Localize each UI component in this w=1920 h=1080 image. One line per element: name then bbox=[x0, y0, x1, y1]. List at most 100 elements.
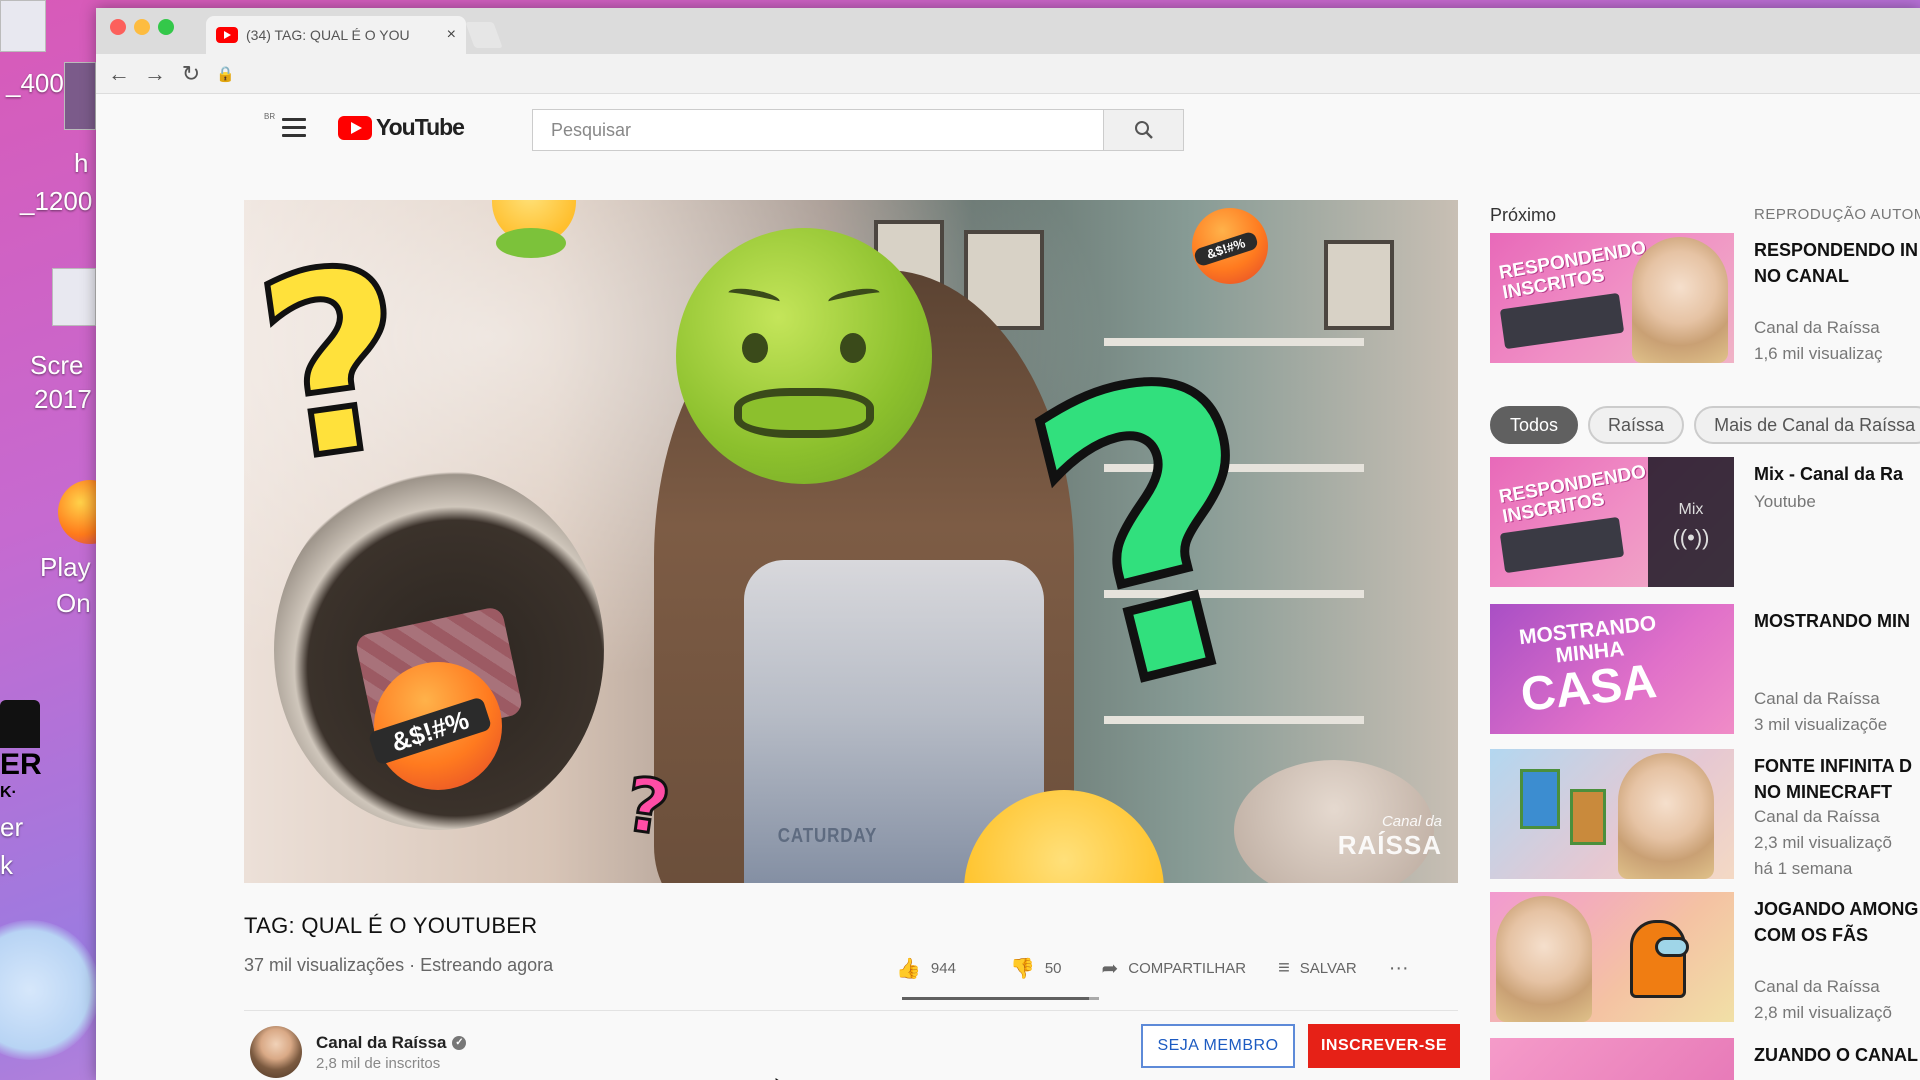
chip-todos[interactable]: Todos bbox=[1490, 406, 1579, 444]
rec-title: JOGANDO AMONG COM OS FÃS bbox=[1754, 899, 1919, 945]
desktop-file-thumbnail[interactable] bbox=[52, 268, 96, 326]
watermark-big: RAÍSSA bbox=[1337, 830, 1442, 860]
back-arrow-icon[interactable]: ← bbox=[108, 62, 130, 85]
minecraft-character bbox=[1570, 789, 1606, 845]
search-bar bbox=[532, 109, 1184, 151]
up-next-heading: Próximo bbox=[1490, 205, 1557, 225]
youtube-header: BR YouTube bbox=[96, 94, 1920, 166]
tab-close-icon[interactable]: × bbox=[447, 26, 456, 44]
subscribe-button[interactable]: INSCREVER-SE bbox=[1308, 1024, 1460, 1068]
chip-mais-do-canal[interactable]: Mais de Canal da Raíssa bbox=[1694, 406, 1920, 444]
mix-broadcast-icon: ((•)) bbox=[1672, 525, 1710, 550]
list-item[interactable]: RESPONDENDO INSCRITOS Mix ((•)) Mix - Ca… bbox=[1490, 457, 1920, 587]
rec-title: MOSTRANDO MIN bbox=[1754, 611, 1910, 631]
rec-title: ZUANDO O CANAL bbox=[1754, 1045, 1918, 1065]
desktop-label: ER bbox=[0, 748, 42, 781]
video-player[interactable]: CATURDAY &$!#% &$!#% ? ? ? Canal da RAÍS… bbox=[244, 200, 1458, 883]
thumbs-up-icon: 👍 bbox=[896, 958, 921, 980]
youtube-favicon-icon bbox=[216, 27, 238, 43]
close-window-button[interactable] bbox=[110, 19, 126, 35]
list-item[interactable]: FONTE INFINITA D NO MINECRAFT Canal da R… bbox=[1490, 749, 1920, 879]
reload-icon[interactable]: ↻ bbox=[180, 62, 202, 85]
channel-info: Canal da Raíssa ✓ 2,8 mil de inscritos bbox=[250, 1026, 467, 1078]
rec-channel: Canal da Raíssa bbox=[1754, 689, 1880, 708]
thumbnail-text: MOSTRANDO MINHA CASA bbox=[1518, 612, 1659, 722]
save-label: SALVAR bbox=[1299, 960, 1357, 977]
share-button[interactable]: ➦ COMPARTILHAR bbox=[1102, 956, 1247, 981]
video-thumbnail[interactable]: RESPONDENDO INSCRITOS Mix ((•)) bbox=[1490, 457, 1734, 587]
desktop-file-thumbnail[interactable] bbox=[0, 0, 46, 52]
channel-name[interactable]: Canal da Raíssa ✓ bbox=[316, 1033, 467, 1053]
dislike-button[interactable]: 👎 50 bbox=[1010, 956, 1062, 981]
lock-icon: 🔒 bbox=[216, 65, 235, 83]
video-actions: 👍 944 👎 50 ➦ COMPARTILHAR ≡ SALVAR ··· bbox=[896, 956, 1441, 981]
list-item[interactable]: JOGANDO AMONG COM OS FÃS Canal da Raíssa… bbox=[1490, 892, 1920, 1022]
browser-titlebar: (34) TAG: QUAL É O YOU × bbox=[96, 8, 1920, 54]
among-us-crewmate-icon bbox=[1630, 920, 1689, 998]
video-thumbnail[interactable]: RESPONDENDO INSCRITOS bbox=[1490, 233, 1734, 363]
search-icon bbox=[1134, 121, 1153, 139]
save-button[interactable]: ≡ SALVAR bbox=[1278, 957, 1357, 980]
desktop-background: _400x h _1200 Scre 2017 Play On ER K· er… bbox=[0, 0, 122, 1080]
rec-channel: Canal da Raíssa bbox=[1754, 318, 1880, 337]
video-meta: 37 mil visualizações · Estreando agora bbox=[244, 955, 554, 975]
divider bbox=[244, 1010, 1458, 1011]
question-mark-sticker-icon: ? bbox=[244, 207, 430, 521]
video-thumbnail[interactable] bbox=[1490, 892, 1734, 1022]
youtube-play-icon bbox=[338, 115, 372, 140]
region-badge: BR bbox=[264, 112, 276, 121]
youtube-logo-text: YouTube bbox=[376, 114, 465, 140]
thumbs-down-icon: 👎 bbox=[1009, 958, 1035, 980]
browser-tab[interactable]: (34) TAG: QUAL É O YOU × bbox=[206, 16, 466, 54]
wall-frame bbox=[1324, 240, 1394, 330]
join-member-button[interactable]: SEJA MEMBRO bbox=[1141, 1024, 1295, 1068]
rec-views: 3 mil visualizaçõe bbox=[1754, 715, 1888, 734]
new-tab-button[interactable] bbox=[465, 22, 503, 48]
thumbnail-text: RESPONDENDO INSCRITOS bbox=[1497, 237, 1648, 304]
hamburger-menu-icon[interactable] bbox=[282, 118, 306, 137]
rec-views: 2,3 mil visualizaçõ bbox=[1754, 833, 1892, 852]
rec-channel: Youtube bbox=[1754, 492, 1816, 511]
share-label: COMPARTILHAR bbox=[1128, 960, 1247, 977]
search-button[interactable] bbox=[1104, 109, 1184, 151]
youtube-logo[interactable]: YouTube bbox=[338, 114, 465, 141]
cloud-decoration bbox=[0, 920, 100, 1060]
mouse-cursor-icon bbox=[769, 1074, 789, 1080]
desktop-app-icon[interactable] bbox=[0, 700, 40, 748]
list-item[interactable]: MOSTRANDO MINHA CASA MOSTRANDO MIN Canal… bbox=[1490, 604, 1920, 734]
list-item[interactable]: ZUANDO O CANAL bbox=[1490, 1038, 1920, 1080]
nauseated-face-emoji-icon bbox=[676, 228, 932, 484]
desktop-label: k bbox=[0, 850, 13, 880]
forward-arrow-icon[interactable]: → bbox=[144, 62, 166, 85]
desktop-label: K· bbox=[0, 784, 17, 801]
thumbnail-text: RESPONDENDO INSCRITOS bbox=[1497, 461, 1648, 528]
playlist-add-icon: ≡ bbox=[1278, 957, 1290, 979]
thumbnail-person bbox=[1496, 896, 1592, 1022]
more-actions-icon[interactable]: ··· bbox=[1389, 957, 1409, 980]
tab-title: (34) TAG: QUAL É O YOU bbox=[246, 27, 410, 43]
list-item[interactable]: RESPONDENDO INSCRITOS RESPONDENDO IN NO … bbox=[1490, 233, 1920, 363]
minimize-window-button[interactable] bbox=[134, 19, 150, 35]
browser-window: (34) TAG: QUAL É O YOU × ← → ↻ 🔒 BR YouT… bbox=[96, 8, 1920, 1080]
avatar[interactable] bbox=[250, 1026, 302, 1078]
video-thumbnail[interactable] bbox=[1490, 749, 1734, 879]
like-button[interactable]: 👍 944 bbox=[896, 956, 956, 981]
autoplay-label[interactable]: REPRODUÇÃO AUTOM bbox=[1754, 206, 1920, 223]
subscriber-count: 2,8 mil de inscritos bbox=[316, 1054, 441, 1072]
video-thumbnail[interactable] bbox=[1490, 1038, 1734, 1080]
dislike-count: 50 bbox=[1044, 960, 1062, 977]
video-title: TAG: QUAL É O YOUTUBER bbox=[244, 913, 538, 938]
rec-channel: Canal da Raíssa bbox=[1754, 977, 1880, 996]
video-thumbnail[interactable]: MOSTRANDO MINHA CASA bbox=[1490, 604, 1734, 734]
desktop-file-thumbnail[interactable] bbox=[64, 62, 96, 130]
thumbnail-person bbox=[1632, 237, 1728, 363]
shirt-text: CATURDAY bbox=[777, 825, 878, 847]
chip-raissa[interactable]: Raíssa bbox=[1588, 406, 1685, 444]
browser-toolbar: ← → ↻ 🔒 bbox=[96, 54, 1920, 94]
maximize-window-button[interactable] bbox=[158, 19, 174, 35]
rec-channel: Canal da Raíssa bbox=[1754, 807, 1880, 826]
search-input[interactable] bbox=[532, 109, 1104, 151]
vomit-splash bbox=[496, 228, 566, 258]
mix-overlay: Mix ((•)) bbox=[1648, 457, 1734, 587]
share-arrow-icon: ➦ bbox=[1101, 958, 1119, 980]
